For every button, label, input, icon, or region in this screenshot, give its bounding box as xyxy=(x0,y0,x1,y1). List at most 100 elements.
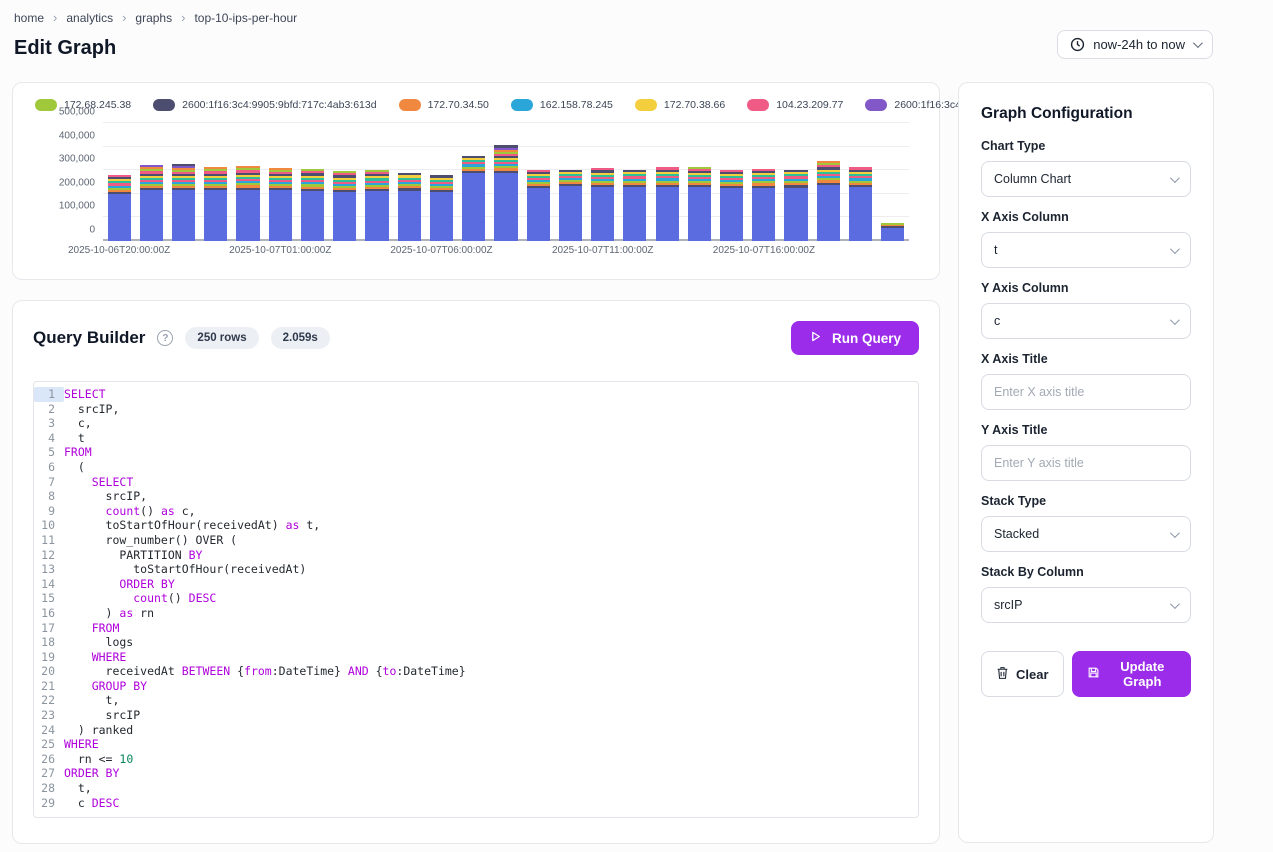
x-axis-labels: 2025-10-06T20:00:00Z2025-10-07T01:00:00Z… xyxy=(103,245,909,259)
stacked-bar[interactable] xyxy=(784,170,807,241)
bar-segment-base xyxy=(623,187,646,241)
y-axis-tick-label: 400,000 xyxy=(59,130,103,141)
stacked-bar[interactable] xyxy=(656,167,679,241)
line-number: 4 xyxy=(34,431,64,446)
run-query-button[interactable]: Run Query xyxy=(791,321,919,355)
code-line[interactable]: 18 logs xyxy=(34,635,918,650)
y-axis-column-select[interactable]: c xyxy=(981,303,1191,339)
stacked-bar[interactable] xyxy=(881,223,904,241)
clear-button[interactable]: Clear xyxy=(981,651,1064,697)
x-axis-title-field[interactable] xyxy=(981,374,1191,410)
code-line[interactable]: 5FROM xyxy=(34,445,918,460)
code-line[interactable]: 1SELECT xyxy=(34,387,918,402)
breadcrumb-current-graph[interactable]: top-10-ips-per-hour xyxy=(194,11,297,25)
stacked-bar[interactable] xyxy=(140,165,163,241)
breadcrumb-analytics[interactable]: analytics xyxy=(66,11,113,25)
y-axis-title-input[interactable] xyxy=(994,456,1178,470)
legend-item[interactable]: 172.70.38.66 xyxy=(635,99,725,111)
stacked-bar[interactable] xyxy=(720,170,743,242)
stacked-bar[interactable] xyxy=(236,166,259,241)
stacked-bar[interactable] xyxy=(494,145,517,241)
stacked-bar[interactable] xyxy=(591,168,614,241)
chart-legend: 172.68.245.382600:1f16:3c4:9905:9bfd:717… xyxy=(35,99,917,111)
sql-editor[interactable]: 1SELECT2 srcIP,3 c,4 t5FROM6 (7 SELECT8 … xyxy=(33,381,919,818)
bar-segment-base xyxy=(140,190,163,241)
x-axis-title-input[interactable] xyxy=(994,385,1178,399)
stacked-bar[interactable] xyxy=(398,173,421,241)
code-line[interactable]: 24 ) ranked xyxy=(34,723,918,738)
code-text: ) ranked xyxy=(64,723,133,738)
code-line[interactable]: 2 srcIP, xyxy=(34,402,918,417)
stacked-bar[interactable] xyxy=(204,167,227,241)
code-line[interactable]: 19 WHERE xyxy=(34,650,918,665)
code-line[interactable]: 21 GROUP BY xyxy=(34,679,918,694)
chevron-down-icon xyxy=(1193,38,1203,48)
breadcrumb-separator: › xyxy=(181,10,185,25)
code-line[interactable]: 9 count() as c, xyxy=(34,504,918,519)
y-axis-title-label: Y Axis Title xyxy=(981,423,1191,437)
time-range-selector[interactable]: now-24h to now xyxy=(1057,30,1213,59)
stack-type-select[interactable]: Stacked xyxy=(981,516,1191,552)
help-icon[interactable]: ? xyxy=(157,330,173,346)
code-line[interactable]: 17 FROM xyxy=(34,621,918,636)
y-axis-title-field[interactable] xyxy=(981,445,1191,481)
update-graph-button[interactable]: Update Graph xyxy=(1072,651,1191,697)
code-line[interactable]: 12 PARTITION BY xyxy=(34,548,918,563)
code-line[interactable]: 28 t, xyxy=(34,781,918,796)
stack-by-column-select[interactable]: srcIP xyxy=(981,587,1191,623)
line-number: 14 xyxy=(34,577,64,592)
code-line[interactable]: 13 toStartOfHour(receivedAt) xyxy=(34,562,918,577)
x-axis-column-select[interactable]: t xyxy=(981,232,1191,268)
stacked-bar[interactable] xyxy=(108,175,131,241)
code-line[interactable]: 16 ) as rn xyxy=(34,606,918,621)
legend-item[interactable]: 2600:1f16:3c4:9905:9bfd:717c:4ab3:613d xyxy=(153,99,376,111)
breadcrumb-home[interactable]: home xyxy=(14,11,44,25)
code-line[interactable]: 6 ( xyxy=(34,460,918,475)
line-number: 1 xyxy=(34,387,64,402)
legend-item[interactable]: 172.70.34.50 xyxy=(399,99,489,111)
code-line[interactable]: 22 t, xyxy=(34,693,918,708)
code-line[interactable]: 15 count() DESC xyxy=(34,591,918,606)
code-line[interactable]: 23 srcIP xyxy=(34,708,918,723)
stacked-bar[interactable] xyxy=(817,161,840,241)
code-line[interactable]: 27ORDER BY xyxy=(34,766,918,781)
stacked-bar[interactable] xyxy=(269,168,292,241)
stacked-bar[interactable] xyxy=(849,167,872,241)
stacked-bar[interactable] xyxy=(462,156,485,241)
stacked-bar[interactable] xyxy=(301,169,324,241)
code-line[interactable]: 11 row_number() OVER ( xyxy=(34,533,918,548)
stacked-bar[interactable] xyxy=(623,170,646,241)
stacked-bar[interactable] xyxy=(527,170,550,241)
stacked-bar[interactable] xyxy=(559,170,582,241)
code-text: toStartOfHour(receivedAt) as t, xyxy=(64,518,320,533)
legend-item[interactable]: 104.23.209.77 xyxy=(747,99,843,111)
legend-label: 104.23.209.77 xyxy=(776,99,843,111)
stacked-bar[interactable] xyxy=(333,171,356,241)
stacked-bar[interactable] xyxy=(172,164,195,241)
stacked-bar[interactable] xyxy=(752,169,775,241)
code-line[interactable]: 25WHERE xyxy=(34,737,918,752)
code-line[interactable]: 4 t xyxy=(34,431,918,446)
code-text: t, xyxy=(64,693,119,708)
y-axis-tick-label: 100,000 xyxy=(59,201,103,212)
code-line[interactable]: 20 receivedAt BETWEEN {from:DateTime} AN… xyxy=(34,664,918,679)
code-text: ( xyxy=(64,460,85,475)
stacked-bar[interactable] xyxy=(365,170,388,241)
bar-segment-base xyxy=(559,186,582,241)
legend-item[interactable]: 162.158.78.245 xyxy=(511,99,613,111)
breadcrumb-graphs[interactable]: graphs xyxy=(135,11,172,25)
code-line[interactable]: 29 c DESC xyxy=(34,796,918,811)
stacked-bar[interactable] xyxy=(430,175,453,241)
line-number: 23 xyxy=(34,708,64,723)
code-line[interactable]: 3 c, xyxy=(34,416,918,431)
code-line[interactable]: 14 ORDER BY xyxy=(34,577,918,592)
chevron-down-icon xyxy=(1170,244,1180,254)
chart-type-select[interactable]: Column Chart xyxy=(981,161,1191,197)
code-line[interactable]: 7 SELECT xyxy=(34,475,918,490)
stacked-bar[interactable] xyxy=(688,167,711,241)
code-line[interactable]: 10 toStartOfHour(receivedAt) as t, xyxy=(34,518,918,533)
x-axis-title-label: X Axis Title xyxy=(981,352,1191,366)
code-line[interactable]: 8 srcIP, xyxy=(34,489,918,504)
query-duration-badge: 2.059s xyxy=(271,327,330,349)
code-line[interactable]: 26 rn <= 10 xyxy=(34,752,918,767)
